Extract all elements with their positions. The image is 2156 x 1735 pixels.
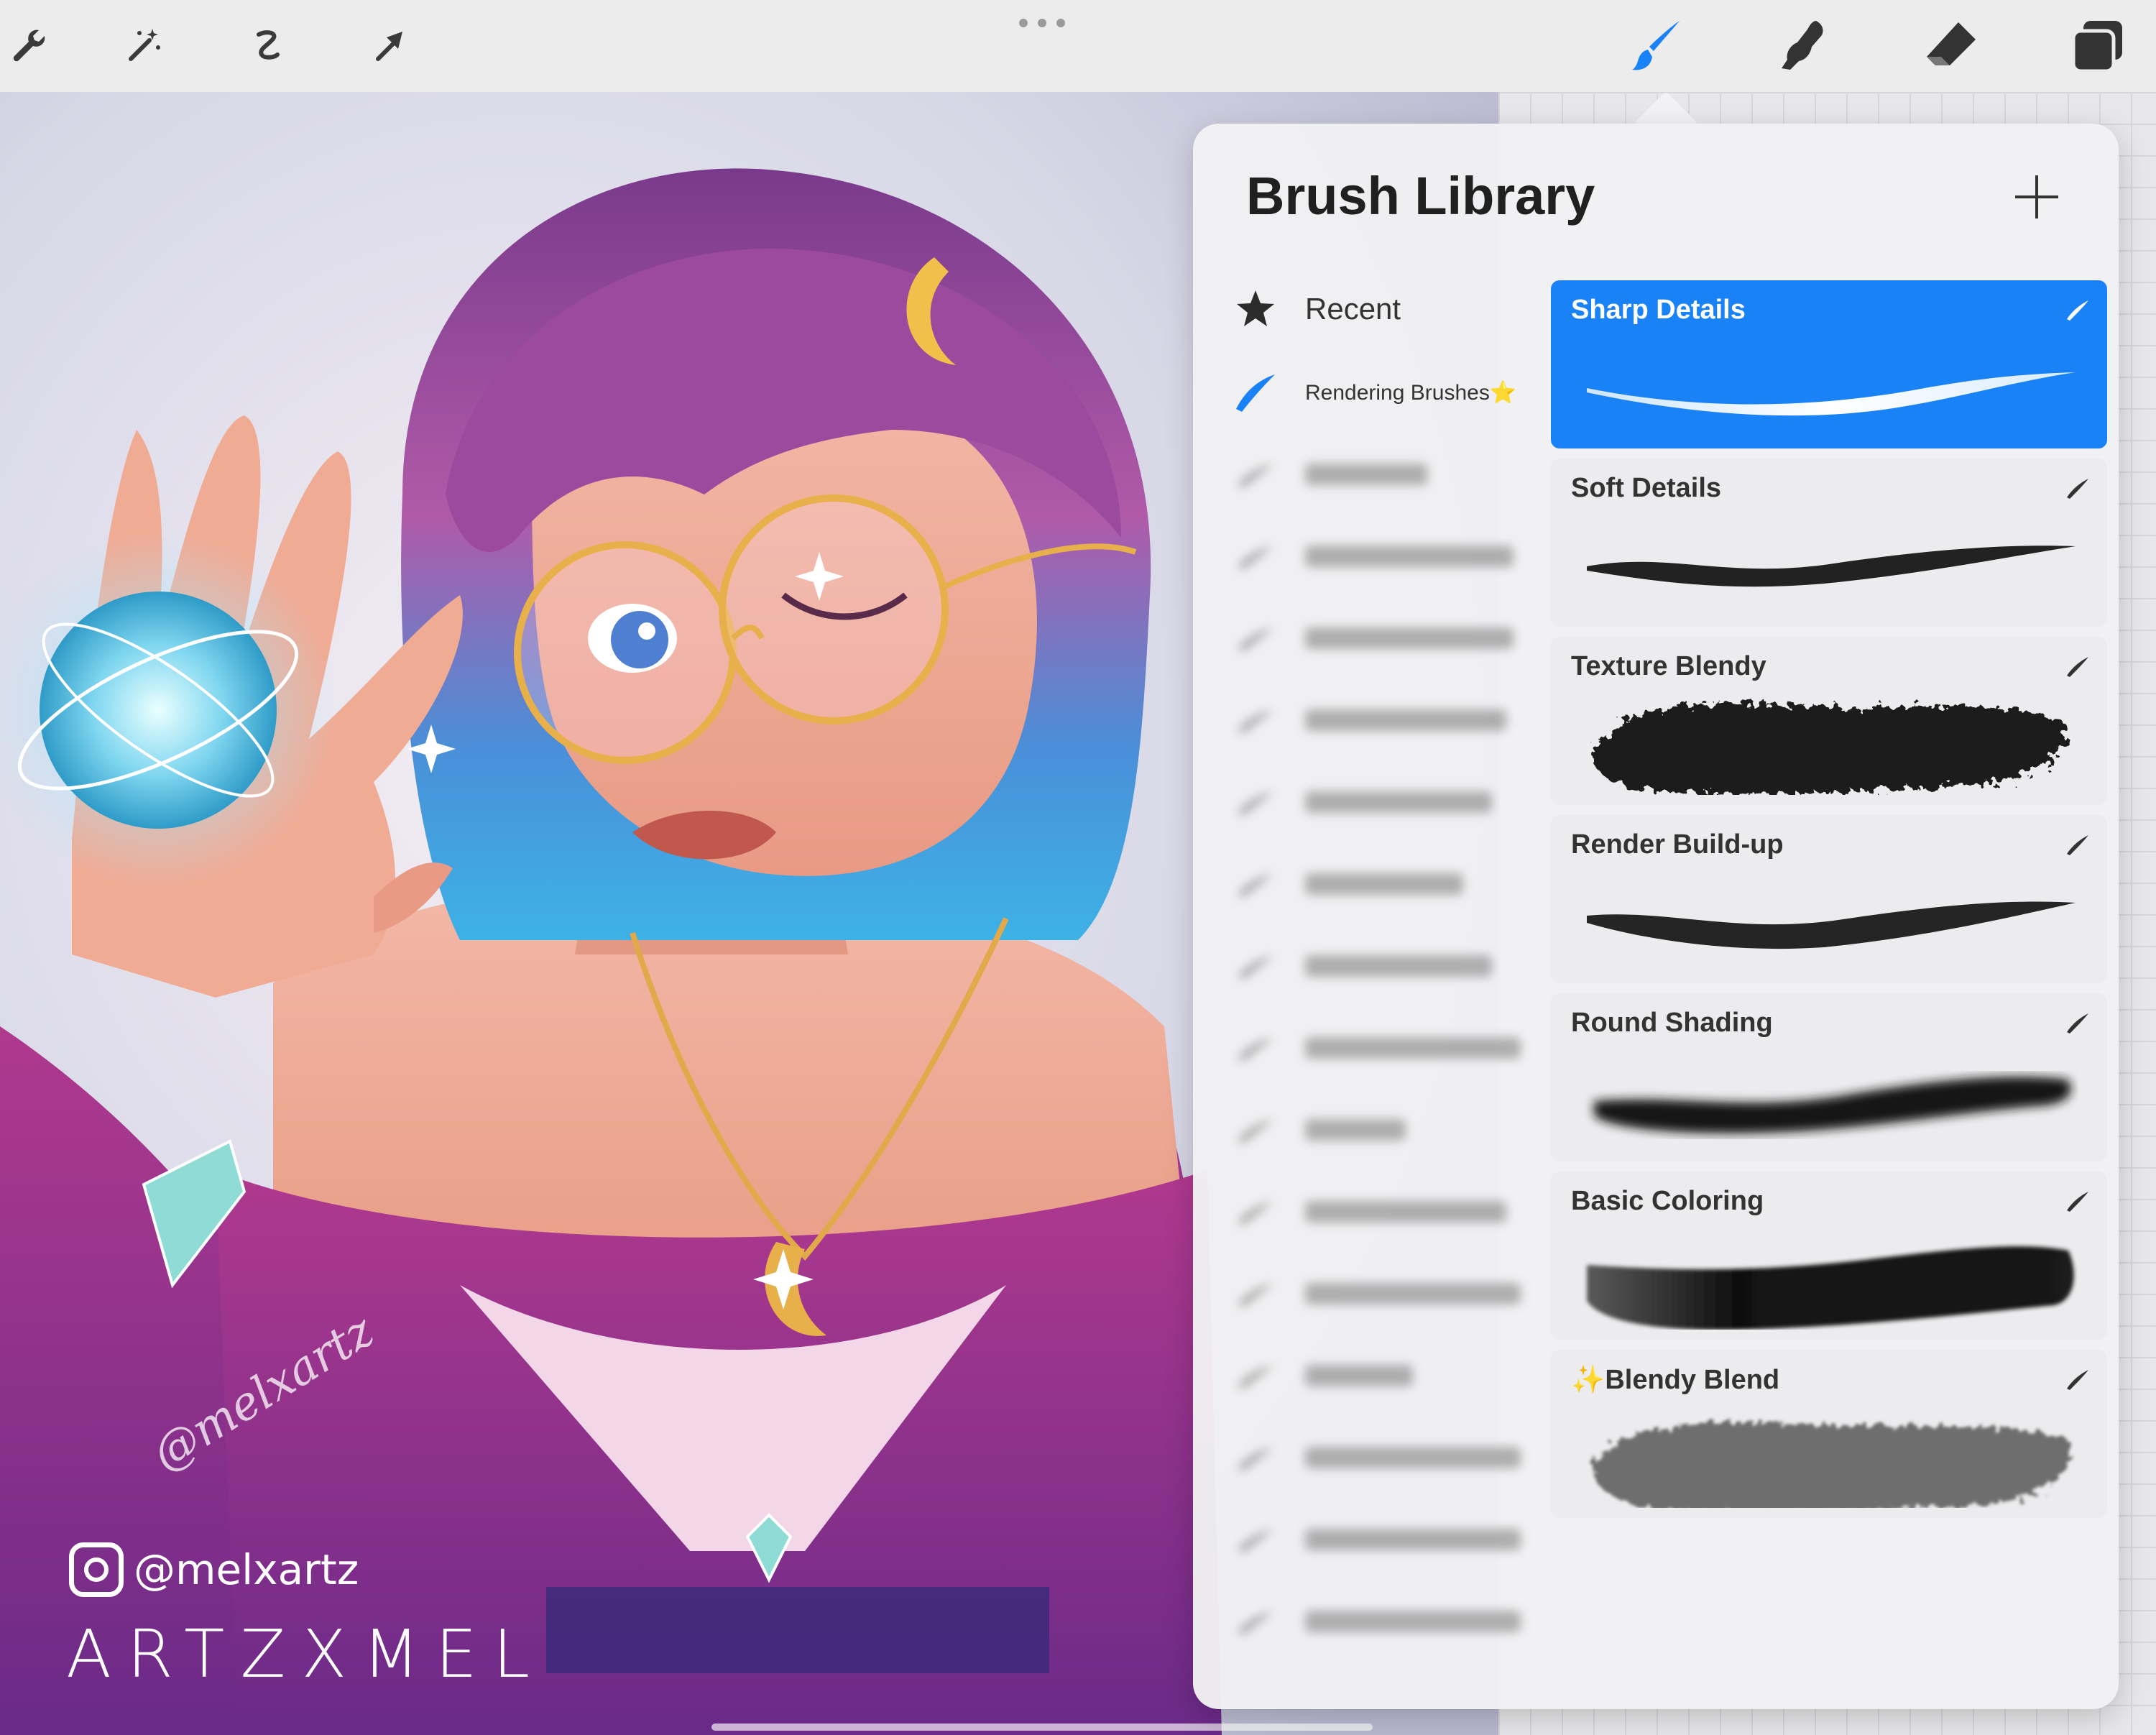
- brush-card-round-shading[interactable]: Round Shading: [1551, 993, 2107, 1161]
- brush-set-recent[interactable]: Recent: [1233, 280, 1401, 338]
- panel-title: Brush Library: [1246, 166, 1595, 226]
- brush-name: Soft Details: [1571, 473, 1722, 503]
- brush-stroke-preview: [1587, 372, 2076, 416]
- brush-set-item[interactable]: [1233, 773, 1492, 831]
- brush-stroke-preview: [1593, 702, 2065, 795]
- brush-set-item[interactable]: [1233, 1429, 1521, 1486]
- magic-wand-icon[interactable]: [115, 17, 172, 75]
- brush-name: Render Build-up: [1571, 829, 1784, 860]
- brush-card-texture-blendy[interactable]: Texture Blendy: [1551, 637, 2107, 805]
- brush-set-item[interactable]: [1233, 528, 1514, 585]
- layers-icon[interactable]: [2065, 13, 2130, 78]
- home-indicator[interactable]: [711, 1724, 1373, 1731]
- brush-settings-icon[interactable]: [2064, 831, 2091, 858]
- brush-set-item[interactable]: [1233, 1101, 1406, 1159]
- brush-set-item[interactable]: [1233, 691, 1506, 749]
- add-brush-button[interactable]: [2011, 171, 2063, 223]
- brush-card-soft-details[interactable]: Soft Details: [1551, 459, 2107, 627]
- brush-set-item[interactable]: [1233, 1593, 1521, 1650]
- watermark-handle-text: @melxartz: [134, 1545, 359, 1594]
- brush-set-item[interactable]: [1233, 1265, 1521, 1322]
- brush-settings-icon[interactable]: [2064, 1187, 2091, 1215]
- smudge-icon[interactable]: [1772, 13, 1837, 78]
- brush-icon[interactable]: [1627, 13, 1692, 78]
- instagram-watermark: @melxartz: [69, 1542, 359, 1597]
- wrench-icon[interactable]: [0, 17, 57, 75]
- brush-set-label: Recent: [1305, 292, 1401, 326]
- brush-stroke-icon: [1233, 370, 1278, 415]
- brush-card-render-build-up[interactable]: Render Build-up: [1551, 815, 2107, 983]
- brush-set-item[interactable]: [1233, 1511, 1521, 1568]
- brush-library-panel: Brush Library Recent Rendering Brushes⭐: [1193, 124, 2119, 1709]
- brush-set-rendering-brushes[interactable]: Rendering Brushes⭐: [1233, 364, 1516, 421]
- brush-set-item[interactable]: [1233, 1019, 1521, 1077]
- brush-set-item[interactable]: [1233, 855, 1463, 913]
- brush-set-label: Rendering Brushes⭐: [1305, 380, 1517, 405]
- brush-set-item[interactable]: [1233, 1347, 1413, 1404]
- brush-sets-list: Recent Rendering Brushes⭐: [1193, 280, 1551, 1709]
- brush-set-item[interactable]: [1233, 446, 1427, 503]
- top-toolbar: [0, 0, 2156, 92]
- brush-settings-icon[interactable]: [2064, 296, 2091, 323]
- brush-name: Sharp Details: [1571, 295, 1746, 325]
- brush-settings-icon[interactable]: [2064, 1009, 2091, 1036]
- brush-set-item[interactable]: [1233, 609, 1514, 667]
- transform-arrow-icon[interactable]: [361, 17, 418, 75]
- brush-stroke-preview: [1594, 1077, 2071, 1133]
- brush-card-basic-coloring[interactable]: Basic Coloring: [1551, 1172, 2107, 1340]
- brush-settings-icon[interactable]: [2064, 474, 2091, 502]
- brush-set-item[interactable]: [1233, 1183, 1506, 1241]
- brush-stroke-preview: [1593, 1422, 2071, 1508]
- star-icon: [1233, 287, 1278, 331]
- watermark-brand-text: ARTZXMEL: [66, 1616, 546, 1693]
- brush-stroke-preview: [1587, 901, 2076, 949]
- brush-stroke-preview: [1587, 546, 2076, 587]
- brush-stroke-preview: [1587, 1246, 2074, 1330]
- selection-icon[interactable]: [239, 17, 296, 75]
- brush-set-item[interactable]: [1233, 937, 1492, 995]
- brush-name: Basic Coloring: [1571, 1186, 1764, 1216]
- instagram-icon: [69, 1542, 124, 1597]
- brush-card-blendy-blend[interactable]: ✨Blendy Blend: [1551, 1350, 2107, 1518]
- eraser-icon[interactable]: [1919, 13, 1984, 78]
- brush-name: Round Shading: [1571, 1008, 1773, 1038]
- brush-card-sharp-details[interactable]: Sharp Details: [1551, 280, 2107, 448]
- toolbar-grip-handle[interactable]: [1019, 19, 1065, 30]
